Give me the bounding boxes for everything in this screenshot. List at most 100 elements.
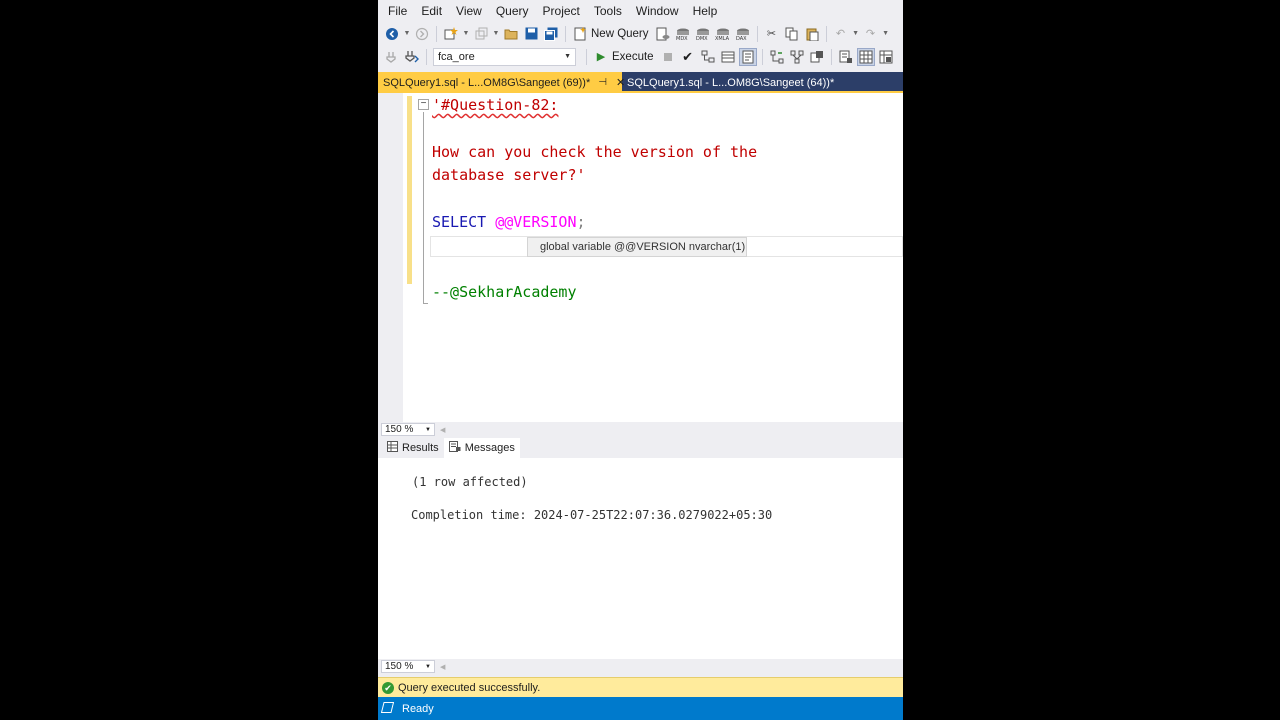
toolbar-separator xyxy=(426,48,427,65)
chevron-down-icon: ▼ xyxy=(425,426,431,433)
dax-query-icon[interactable]: DAX xyxy=(735,26,751,42)
tab-sqlquery1-69[interactable]: SQLQuery1.sql - L...OM8G\Sangeet (69))* … xyxy=(378,72,625,93)
code-line-select: SELECT @@VERSION; xyxy=(432,211,586,233)
intellisense-tooltip: global variable @@VERSION nvarchar(1) xyxy=(527,237,747,257)
menu-help[interactable]: Help xyxy=(686,0,725,22)
change-connection-icon[interactable] xyxy=(404,49,420,65)
new-query-button[interactable]: New Query xyxy=(591,28,649,40)
results-to-grid-text-icon[interactable] xyxy=(838,49,854,65)
standard-toolbar: ▼ ▼ ▼ New Query MDX DMX XMLA DAX ✂ ↶ ▼ ↷… xyxy=(378,22,903,45)
editor-gutter xyxy=(378,93,403,422)
dmx-query-icon[interactable]: DMX xyxy=(695,26,711,42)
results-to-text-icon[interactable] xyxy=(738,47,757,66)
svg-text:MDX: MDX xyxy=(676,36,688,41)
tab-messages-label: Messages xyxy=(464,442,515,454)
query-status-bar: ✔ Query executed successfully. xyxy=(378,677,903,697)
chevron-down-icon: ▼ xyxy=(425,663,431,670)
toolbar-separator xyxy=(756,25,758,42)
cancel-query-icon[interactable] xyxy=(660,49,676,65)
version-variable: @@VERSION xyxy=(495,213,577,231)
tab-messages[interactable]: Messages xyxy=(443,438,520,458)
menu-window[interactable]: Window xyxy=(629,0,686,22)
xmla-query-icon[interactable]: XMLA xyxy=(715,26,731,42)
forward-icon[interactable] xyxy=(414,26,430,42)
collapse-icon[interactable]: − xyxy=(418,99,429,110)
messages-icon xyxy=(448,441,461,455)
client-statistics-icon[interactable] xyxy=(809,49,825,65)
copy-icon[interactable] xyxy=(784,26,800,42)
results-zoom-select[interactable]: 150 % ▼ xyxy=(381,660,435,673)
tab-sqlquery1-64[interactable]: SQLQuery1.sql - L...OM8G\Sangeet (64))* xyxy=(622,72,839,93)
open-folder-icon[interactable] xyxy=(503,26,519,42)
add-item-dropdown-icon[interactable]: ▼ xyxy=(492,26,500,42)
menu-view[interactable]: View xyxy=(449,0,489,22)
tab-results[interactable]: Results xyxy=(382,438,444,458)
tab-results-label: Results xyxy=(402,442,439,454)
messages-pane[interactable]: (1 row affected) Completion time: 2024-0… xyxy=(378,458,903,659)
success-check-icon: ✔ xyxy=(382,681,394,694)
save-all-icon[interactable] xyxy=(543,26,559,42)
grid-icon xyxy=(387,441,398,455)
document-tab-bar: SQLQuery1.sql - L...OM8G\Sangeet (69))* … xyxy=(378,72,903,93)
message-rows-affected: (1 row affected) xyxy=(412,475,528,489)
query-designer-icon[interactable] xyxy=(720,49,736,65)
tab-label: SQLQuery1.sql - L...OM8G\Sangeet (64))* xyxy=(627,76,835,89)
tab-label: SQLQuery1.sql - L...OM8G\Sangeet (69))* xyxy=(383,76,591,89)
new-query-icon[interactable] xyxy=(572,26,588,42)
toolbar-separator xyxy=(586,48,587,65)
back-icon[interactable] xyxy=(384,26,400,42)
code-line-question: '#Question-82: xyxy=(432,96,559,114)
database-name: fca_ore xyxy=(438,50,475,63)
undo-dropdown-icon[interactable]: ▼ xyxy=(852,26,860,42)
editor-zoom-select[interactable]: 150 % ▼ xyxy=(381,423,435,436)
database-engine-query-icon[interactable] xyxy=(655,26,671,42)
undo-icon[interactable]: ↶ xyxy=(833,26,849,42)
results-to-grid-icon[interactable] xyxy=(856,47,875,66)
toolbar-separator xyxy=(830,48,832,65)
status-ready-text: Ready xyxy=(402,702,434,715)
paste-icon[interactable] xyxy=(804,26,820,42)
svg-text:XMLA: XMLA xyxy=(715,36,730,41)
redo-dropdown-icon[interactable]: ▼ xyxy=(882,26,890,42)
execute-play-icon[interactable]: ▶ xyxy=(593,49,609,65)
results-zoom-bar: 150 % ▼ ◀ xyxy=(378,659,903,674)
scroll-left-icon[interactable]: ◀ xyxy=(440,663,445,671)
results-to-file-icon[interactable] xyxy=(878,49,894,65)
menu-bar: File Edit View Query Project Tools Windo… xyxy=(378,0,903,22)
available-databases-select[interactable]: fca_ore ▼ xyxy=(433,47,576,66)
redo-icon[interactable]: ↷ xyxy=(863,26,879,42)
svg-text:DMX: DMX xyxy=(696,36,708,41)
select-keyword: SELECT xyxy=(432,213,487,231)
change-tracking-bar xyxy=(407,96,412,284)
add-item-icon[interactable] xyxy=(473,26,489,42)
menu-edit[interactable]: Edit xyxy=(414,0,449,22)
app-status-bar: Ready xyxy=(378,697,903,720)
menu-project[interactable]: Project xyxy=(536,0,587,22)
new-project-dropdown-icon[interactable]: ▼ xyxy=(462,26,470,42)
include-actual-plan-icon[interactable] xyxy=(769,49,785,65)
back-dropdown-icon[interactable]: ▼ xyxy=(403,26,411,42)
query-editor[interactable]: − '#Question-82: How can you check the v… xyxy=(378,93,903,422)
menu-tools[interactable]: Tools xyxy=(587,0,629,22)
chevron-down-icon: ▼ xyxy=(564,53,571,60)
execute-button[interactable]: Execute xyxy=(612,51,654,63)
live-query-statistics-icon[interactable] xyxy=(789,49,805,65)
pin-icon[interactable]: ⊣ xyxy=(598,77,607,88)
new-project-icon[interactable] xyxy=(443,26,459,42)
toolbar-separator xyxy=(565,25,566,42)
editor-zoom-bar: 150 % ▼ ◀ xyxy=(378,422,903,437)
toolbar-separator xyxy=(825,25,827,42)
display-estimated-plan-icon[interactable] xyxy=(700,49,716,65)
zoom-value: 150 % xyxy=(385,424,414,435)
menu-query[interactable]: Query xyxy=(489,0,536,22)
scroll-left-icon[interactable]: ◀ xyxy=(440,426,445,434)
outline-fold-line xyxy=(423,112,424,304)
code-line-question-text-2: database server?' xyxy=(432,166,586,184)
svg-text:DAX: DAX xyxy=(736,36,747,41)
parse-checkmark-icon[interactable]: ✔ xyxy=(680,49,696,65)
menu-file[interactable]: File xyxy=(381,0,414,22)
cut-icon[interactable]: ✂ xyxy=(764,26,780,42)
mdx-query-icon[interactable]: MDX xyxy=(675,26,691,42)
connect-icon[interactable] xyxy=(384,49,400,65)
save-icon[interactable] xyxy=(523,26,539,42)
